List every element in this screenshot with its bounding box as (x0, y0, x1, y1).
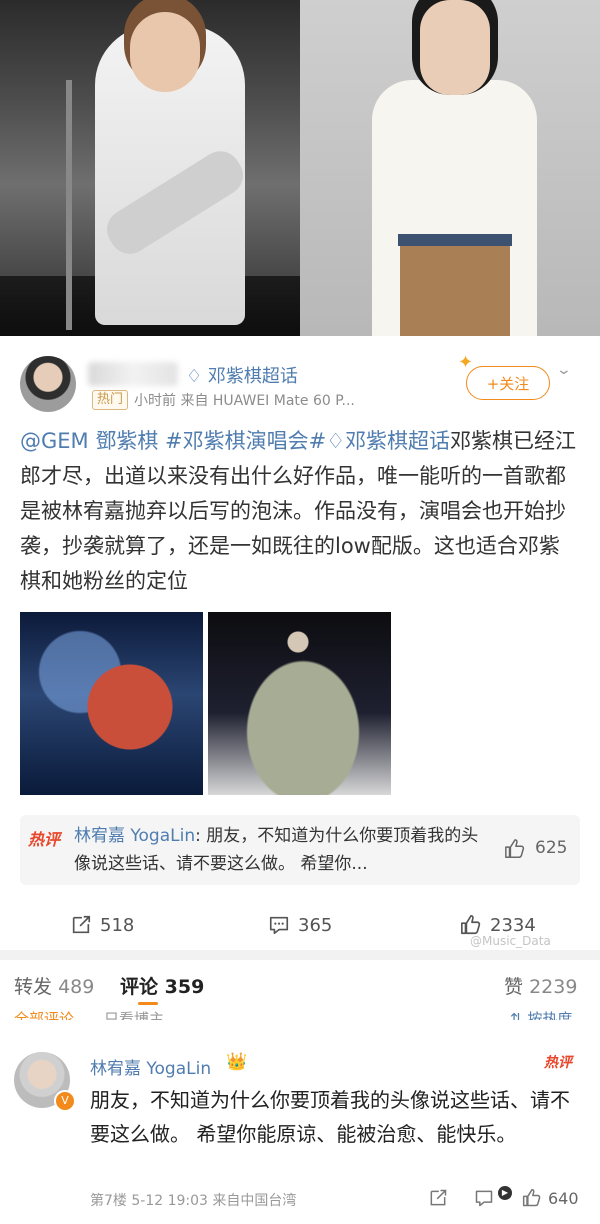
hot-comment-text: 林宥嘉 YogaLin: 朋友，不知道为什么你要顶着我的头像说这些话、请不要这么… (74, 822, 494, 878)
sort-icon: ⇅ (510, 1010, 528, 1020)
supertopic-label: 邓紫棋超话 (207, 366, 298, 387)
share-icon (72, 915, 91, 934)
microphone-stand (66, 80, 72, 330)
hot-comment-author[interactable]: 林宥嘉 YogaLin (74, 826, 195, 846)
thumbs-up-icon[interactable] (504, 838, 526, 860)
header-photo-right[interactable] (300, 0, 600, 336)
section-divider (0, 950, 600, 960)
person-belt (398, 234, 512, 246)
sort-by-heat[interactable]: ⇅ 按热度 (510, 1008, 572, 1020)
header-photo-left[interactable] (0, 0, 300, 336)
post-content: @GEM 鄧紫棋 #邓紫棋演唱会#♢邓紫棋超话邓紫棋已经江郎才尽，出道以来没有出… (20, 424, 580, 599)
tab-repost[interactable]: 转发 489 (14, 972, 94, 999)
comment-icon[interactable] (474, 1188, 494, 1208)
poster-avatar[interactable] (20, 356, 76, 412)
post-image-2[interactable] (208, 612, 391, 795)
filter-all-comments[interactable]: 全部评论 (14, 1008, 74, 1020)
person-head (420, 0, 490, 95)
thumbs-up-icon[interactable] (522, 1188, 542, 1208)
singer-head (130, 12, 200, 92)
hot-badge: 热门 (92, 390, 129, 410)
comment-action[interactable]: 365 (268, 914, 332, 936)
supertopic-link[interactable]: ♢ 邓紫棋超话 (186, 362, 298, 388)
verified-badge-icon: V (54, 1090, 76, 1112)
supertopic-inline-link[interactable]: ♢邓紫棋超话 (326, 429, 450, 453)
comment-hot-label: 热评 (544, 1055, 572, 1071)
repost-action[interactable]: 518 (70, 914, 134, 936)
diamond-icon: ♢ (186, 366, 203, 387)
poster-username-blurred[interactable] (88, 362, 178, 386)
chevron-down-icon[interactable]: ⌄ (556, 362, 572, 378)
hashtag-link[interactable]: #邓紫棋演唱会# (165, 429, 326, 453)
like-action[interactable]: 2334 (460, 914, 536, 936)
comment-count: 365 (298, 914, 333, 936)
post-image-1[interactable] (20, 612, 203, 795)
tab-active-indicator (138, 1002, 158, 1005)
person-pants (400, 240, 510, 336)
comment-meta: 第7楼 5-12 19:03 来自中国台湾 (90, 1193, 297, 1209)
thumbs-up-icon (461, 915, 481, 935)
comment-like-count: 640 (548, 1189, 579, 1208)
crown-icon: 👑 (226, 1052, 248, 1072)
repost-count: 518 (100, 914, 135, 936)
play-icon: ▶ (498, 1186, 512, 1200)
commenter-name[interactable]: 林宥嘉 YogaLin (90, 1054, 211, 1079)
watermark: @Music_Data (470, 934, 551, 948)
share-icon[interactable] (428, 1188, 448, 1208)
post-body-text: 邓紫棋已经江郎才尽，出道以来没有出什么好作品，唯一能听的一首歌都是被林宥嘉抛弃以… (20, 429, 577, 593)
post-meta: 小时前 来自 HUAWEI Mate 60 P... (134, 393, 355, 409)
diamond-icon: ♢ (326, 429, 346, 453)
tab-likes[interactable]: 赞 2239 (504, 972, 577, 999)
comment-text: 朋友，不知道为什么你要顶着我的头像说这些话、请不要这么做。 希望你能原谅、能被治… (90, 1088, 570, 1146)
follow-button[interactable]: +关注 (466, 366, 550, 400)
like-count: 2334 (490, 914, 536, 936)
comment-icon (269, 916, 289, 935)
filter-owner-only[interactable]: 只看博主 (104, 1008, 164, 1020)
hot-comment-label: 热评 (28, 830, 61, 849)
hot-comment-likes: 625 (535, 838, 568, 858)
mention-link[interactable]: @GEM 鄧紫棋 (20, 429, 158, 453)
tab-comments[interactable]: 评论 359 (120, 972, 204, 999)
